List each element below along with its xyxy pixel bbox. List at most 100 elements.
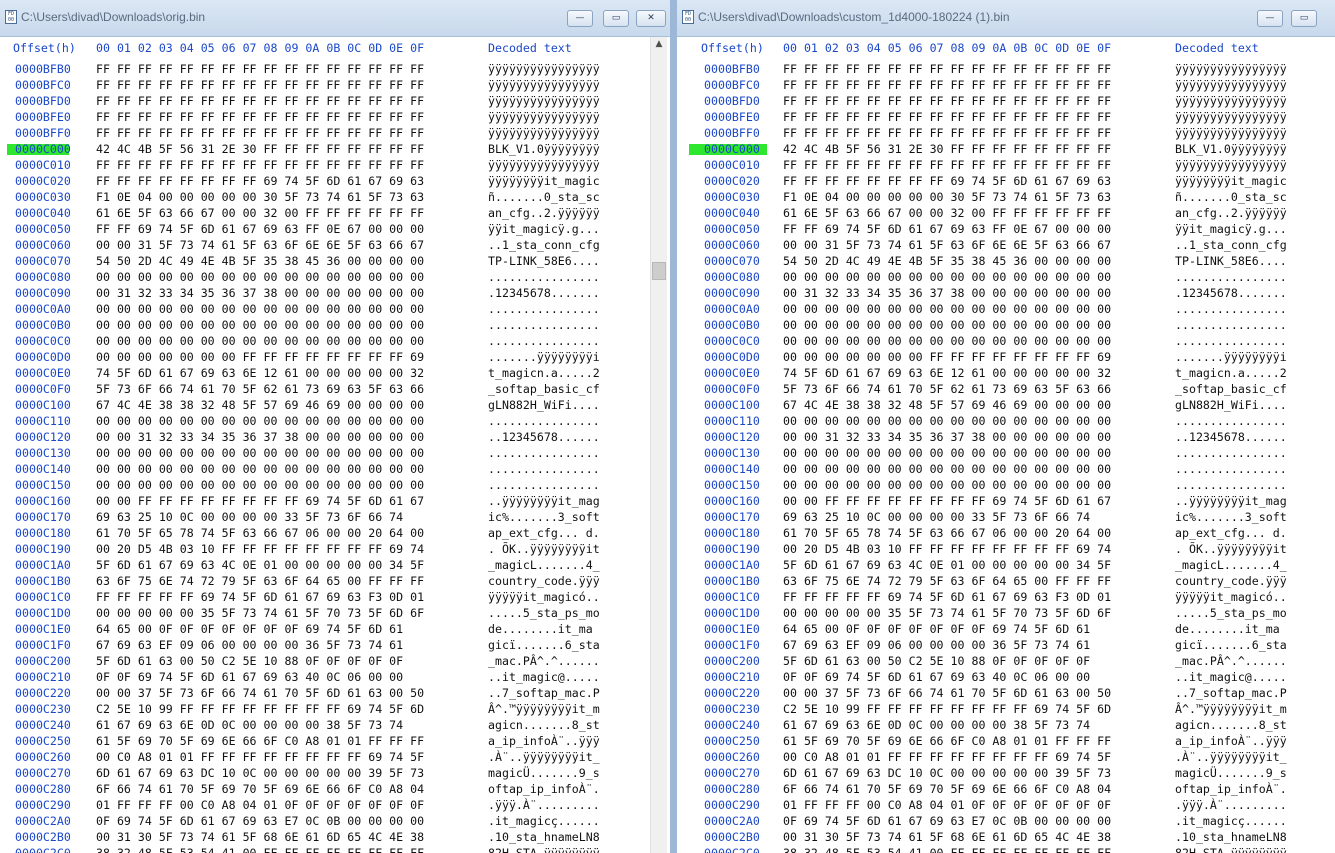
row-decoded-text[interactable]: de........it_ma [488,621,593,637]
row-hex-bytes[interactable]: 00 00 37 5F 73 6F 66 74 61 70 5F 6D 61 6… [783,685,1111,701]
row-hex-bytes[interactable]: 00 31 32 33 34 35 36 37 38 00 00 00 00 0… [96,285,424,301]
scroll-up-arrow-icon[interactable]: ▲ [651,37,667,51]
row-decoded-text[interactable]: magicÜ.......9_s [488,765,600,781]
row-hex-bytes[interactable]: FF FF FF FF FF FF FF FF FF FF FF FF FF F… [783,61,1111,77]
title-bar[interactable]: FD 00 C:\Users\divad\Downloads\custom_1d… [677,0,1335,37]
row-hex-bytes[interactable]: 00 00 00 00 00 00 00 FF FF FF FF FF FF F… [783,349,1111,365]
row-decoded-text[interactable]: . ÕK..ÿÿÿÿÿÿÿÿit [1175,541,1287,557]
row-decoded-text[interactable]: ..12345678...... [1175,429,1287,445]
row-hex-bytes[interactable]: 00 00 00 00 00 00 00 00 00 00 00 00 00 0… [783,413,1111,429]
row-hex-bytes[interactable]: 69 63 25 10 0C 00 00 00 00 33 5F 73 6F 6… [783,509,1090,525]
row-hex-bytes[interactable]: 00 00 00 00 00 00 00 00 00 00 00 00 00 0… [96,301,424,317]
row-hex-bytes[interactable]: 00 00 00 00 00 00 00 00 00 00 00 00 00 0… [783,333,1111,349]
row-hex-bytes[interactable]: FF FF FF FF FF 69 74 5F 6D 61 67 69 63 F… [96,589,424,605]
row-decoded-text[interactable]: ÿÿÿÿÿÿÿÿit_magic [1175,173,1287,189]
row-decoded-text[interactable]: ÿÿÿÿÿÿÿÿÿÿÿÿÿÿÿÿ [488,61,600,77]
row-hex-bytes[interactable]: 61 70 5F 65 78 74 5F 63 66 67 06 00 00 2… [783,525,1111,541]
row-decoded-text[interactable]: ................ [488,461,600,477]
row-decoded-text[interactable]: ................ [488,333,600,349]
row-decoded-text[interactable]: ñ.......0_sta_sc [1175,189,1287,205]
row-hex-bytes[interactable]: 00 00 00 00 00 00 00 00 00 00 00 00 00 0… [96,317,424,333]
row-hex-bytes[interactable]: 5F 6D 61 67 69 63 4C 0E 01 00 00 00 00 0… [96,557,424,573]
minimize-button[interactable]: — [1257,10,1283,27]
row-decoded-text[interactable]: 82H_STA.ÿÿÿÿÿÿÿÿ [1175,845,1287,853]
row-decoded-text[interactable]: oftap_ip_infoÀ¨. [488,781,600,797]
row-decoded-text[interactable]: ................ [1175,461,1287,477]
row-decoded-text[interactable]: ..ÿÿÿÿÿÿÿÿit_mag [1175,493,1287,509]
row-decoded-text[interactable]: ÿÿÿÿÿit_magicó.. [488,589,600,605]
row-hex-bytes[interactable]: F1 0E 04 00 00 00 00 00 30 5F 73 74 61 5… [96,189,424,205]
row-decoded-text[interactable]: a_ip_infoÀ¨..ÿÿÿ [1175,733,1287,749]
row-decoded-text[interactable]: .À¨..ÿÿÿÿÿÿÿÿit_ [488,749,600,765]
title-bar[interactable]: FD 00 C:\Users\divad\Downloads\orig.bin … [0,0,670,37]
row-hex-bytes[interactable]: 00 00 00 00 00 35 5F 73 74 61 5F 70 73 5… [783,605,1111,621]
row-decoded-text[interactable]: ÿÿÿÿÿÿÿÿÿÿÿÿÿÿÿÿ [488,93,600,109]
row-decoded-text[interactable]: ÿÿÿÿÿÿÿÿÿÿÿÿÿÿÿÿ [1175,125,1287,141]
row-hex-bytes[interactable]: 00 C0 A8 01 01 FF FF FF FF FF FF FF FF 6… [783,749,1111,765]
row-decoded-text[interactable]: ..ÿÿÿÿÿÿÿÿit_mag [488,493,600,509]
row-decoded-text[interactable]: de........it_ma [1175,621,1280,637]
row-decoded-text[interactable]: ..it_magic@..... [488,669,600,685]
row-hex-bytes[interactable]: 38 32 48 5F 53 54 41 00 FF FF FF FF FF F… [783,845,1111,853]
row-decoded-text[interactable]: t_magicn.a.....2 [488,365,600,381]
row-hex-bytes[interactable]: 00 00 FF FF FF FF FF FF FF FF 69 74 5F 6… [783,493,1111,509]
row-decoded-text[interactable]: ................ [1175,301,1287,317]
row-hex-bytes[interactable]: 61 70 5F 65 78 74 5F 63 66 67 06 00 00 2… [96,525,424,541]
row-decoded-text[interactable]: oftap_ip_infoÀ¨. [1175,781,1287,797]
row-hex-bytes[interactable]: 61 5F 69 70 5F 69 6E 66 6F C0 A8 01 01 F… [96,733,424,749]
row-hex-bytes[interactable]: 63 6F 75 6E 74 72 79 5F 63 6F 64 65 00 F… [783,573,1111,589]
row-hex-bytes[interactable]: 61 6E 5F 63 66 67 00 00 32 00 FF FF FF F… [96,205,424,221]
row-hex-bytes[interactable]: F1 0E 04 00 00 00 00 00 30 5F 73 74 61 5… [783,189,1111,205]
row-decoded-text[interactable]: ÿÿÿÿÿÿÿÿÿÿÿÿÿÿÿÿ [1175,77,1287,93]
row-decoded-text[interactable]: ..1_sta_conn_cfg [488,237,600,253]
row-hex-bytes[interactable]: 42 4C 4B 5F 56 31 2E 30 FF FF FF FF FF F… [783,141,1111,157]
row-hex-bytes[interactable]: 0F 69 74 5F 6D 61 67 69 63 E7 0C 0B 00 0… [783,813,1111,829]
row-decoded-text[interactable]: ap_ext_cfg... d. [488,525,600,541]
row-hex-bytes[interactable]: 00 20 D5 4B 03 10 FF FF FF FF FF FF FF F… [783,541,1111,557]
row-decoded-text[interactable]: ..1_sta_conn_cfg [1175,237,1287,253]
row-hex-bytes[interactable]: FF FF FF FF FF FF FF FF FF FF FF FF FF F… [783,109,1111,125]
row-decoded-text[interactable]: _mac.PÂ^.^...... [1175,653,1287,669]
row-hex-bytes[interactable]: C2 5E 10 99 FF FF FF FF FF FF FF FF 69 7… [783,701,1111,717]
row-decoded-text[interactable]: ..12345678...... [488,429,600,445]
row-decoded-text[interactable]: Â^.™ÿÿÿÿÿÿÿÿit_m [488,701,600,717]
row-decoded-text[interactable]: ÿÿÿÿÿÿÿÿÿÿÿÿÿÿÿÿ [1175,109,1287,125]
row-hex-bytes[interactable]: FF FF FF FF FF FF FF FF FF FF FF FF FF F… [783,93,1111,109]
row-decoded-text[interactable]: gicï.......6_sta [488,637,600,653]
row-hex-bytes[interactable]: 5F 73 6F 66 74 61 70 5F 62 61 73 69 63 5… [783,381,1111,397]
row-decoded-text[interactable]: _softap_basic_cf [488,381,600,397]
row-hex-bytes[interactable]: 00 00 37 5F 73 6F 66 74 61 70 5F 6D 61 6… [96,685,424,701]
row-decoded-text[interactable]: ................ [1175,445,1287,461]
row-decoded-text[interactable]: ................ [1175,477,1287,493]
row-decoded-text[interactable]: gLN882H_WiFi.... [488,397,600,413]
row-decoded-text[interactable]: ................ [1175,317,1287,333]
row-decoded-text[interactable]: .....5_sta_ps_mo [1175,605,1287,621]
row-decoded-text[interactable]: ñ.......0_sta_sc [488,189,600,205]
row-hex-bytes[interactable]: 00 00 00 00 00 00 00 00 00 00 00 00 00 0… [96,333,424,349]
row-decoded-text[interactable]: ..7_softap_mac.P [1175,685,1287,701]
row-decoded-text[interactable]: an_cfg..2.ÿÿÿÿÿÿ [1175,205,1287,221]
row-hex-bytes[interactable]: 61 6E 5F 63 66 67 00 00 32 00 FF FF FF F… [783,205,1111,221]
row-hex-bytes[interactable]: 00 00 00 00 00 00 00 FF FF FF FF FF FF F… [96,349,424,365]
row-hex-bytes[interactable]: 00 00 00 00 00 00 00 00 00 00 00 00 00 0… [783,269,1111,285]
row-decoded-text[interactable]: a_ip_infoÀ¨..ÿÿÿ [488,733,600,749]
row-decoded-text[interactable]: ................ [488,317,600,333]
row-decoded-text[interactable]: .it_magicç...... [488,813,600,829]
row-decoded-text[interactable]: ÿÿit_magicÿ.g... [1175,221,1287,237]
row-hex-bytes[interactable]: 61 5F 69 70 5F 69 6E 66 6F C0 A8 01 01 F… [783,733,1111,749]
row-hex-bytes[interactable]: FF FF FF FF FF FF FF FF FF FF FF FF FF F… [96,125,424,141]
row-hex-bytes[interactable]: 67 4C 4E 38 38 32 48 5F 57 69 46 69 00 0… [96,397,424,413]
row-hex-bytes[interactable]: 00 C0 A8 01 01 FF FF FF FF FF FF FF FF 6… [96,749,424,765]
row-hex-bytes[interactable]: 00 31 32 33 34 35 36 37 38 00 00 00 00 0… [783,285,1111,301]
row-hex-bytes[interactable]: 64 65 00 0F 0F 0F 0F 0F 0F 0F 69 74 5F 6… [96,621,403,637]
row-hex-bytes[interactable]: 64 65 00 0F 0F 0F 0F 0F 0F 0F 69 74 5F 6… [783,621,1090,637]
row-hex-bytes[interactable]: 6D 61 67 69 63 DC 10 0C 00 00 00 00 00 3… [783,765,1111,781]
row-hex-bytes[interactable]: 69 63 25 10 0C 00 00 00 00 33 5F 73 6F 6… [96,509,403,525]
row-decoded-text[interactable]: ................ [488,445,600,461]
row-hex-bytes[interactable]: 6F 66 74 61 70 5F 69 70 5F 69 6E 66 6F C… [783,781,1111,797]
row-hex-bytes[interactable]: 00 00 00 00 00 35 5F 73 74 61 5F 70 73 5… [96,605,424,621]
row-hex-bytes[interactable]: 54 50 2D 4C 49 4E 4B 5F 35 38 45 36 00 0… [783,253,1111,269]
row-hex-bytes[interactable]: C2 5E 10 99 FF FF FF FF FF FF FF FF 69 7… [96,701,424,717]
row-hex-bytes[interactable]: 00 00 00 00 00 00 00 00 00 00 00 00 00 0… [783,477,1111,493]
row-hex-bytes[interactable]: 0F 69 74 5F 6D 61 67 69 63 E7 0C 0B 00 0… [96,813,424,829]
